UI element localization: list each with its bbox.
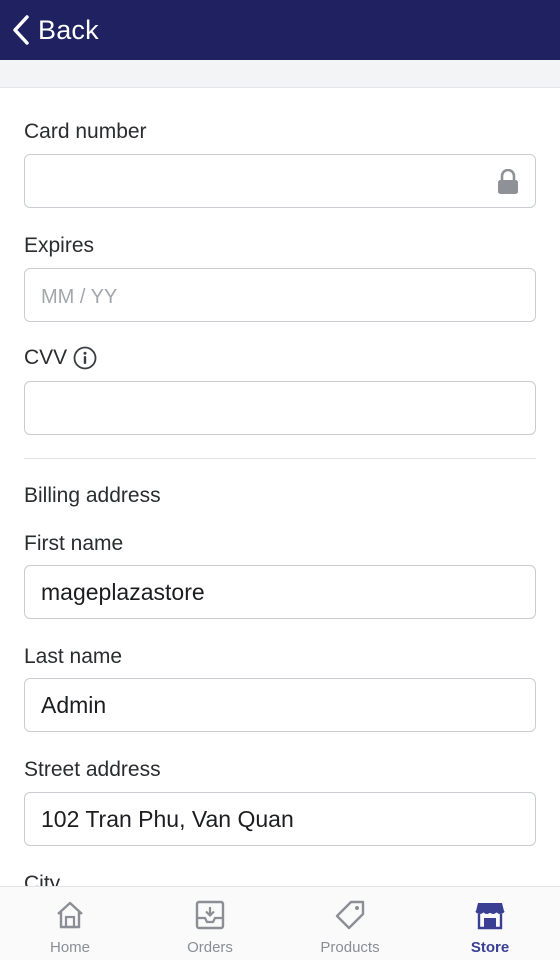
last-name-label: Last name [24, 645, 123, 668]
cvv-input[interactable] [41, 394, 519, 422]
tab-store[interactable]: Store [420, 887, 560, 960]
tab-home[interactable]: Home [0, 887, 140, 960]
header-spacer [0, 60, 560, 88]
tab-products-label: Products [320, 939, 380, 956]
bottom-tab-bar: Home Orders Products Store [0, 886, 560, 960]
first-name-label: First name [24, 532, 124, 555]
card-number-input[interactable] [41, 167, 519, 195]
chevron-left-icon [13, 15, 29, 45]
tab-orders[interactable]: Orders [140, 887, 280, 960]
cvv-label-row: CVV [24, 346, 97, 370]
card-number-field[interactable] [24, 154, 536, 208]
payment-form: Card number Expires CVV Billing address … [0, 88, 560, 886]
billing-address-heading: Billing address [24, 484, 161, 507]
street-address-label: Street address [24, 758, 161, 781]
section-divider [24, 458, 536, 459]
expires-field[interactable] [24, 268, 536, 322]
tab-orders-label: Orders [187, 939, 233, 956]
orders-icon [195, 900, 225, 930]
cvv-label: CVV [24, 346, 68, 369]
cvv-field[interactable] [24, 381, 536, 435]
first-name-field[interactable] [24, 565, 536, 619]
top-bar: Back [0, 0, 560, 60]
lock-icon [497, 168, 519, 200]
tab-store-label: Store [470, 939, 510, 956]
tab-home-label: Home [49, 939, 90, 956]
street-address-field[interactable] [24, 792, 536, 846]
back-label: Back [38, 14, 99, 45]
products-tag-icon [335, 900, 365, 930]
expires-label: Expires [24, 234, 95, 257]
info-icon[interactable] [73, 346, 97, 370]
last-name-input[interactable] [41, 691, 519, 719]
home-icon [57, 901, 83, 929]
city-label: City [24, 872, 61, 886]
tab-products[interactable]: Products [280, 887, 420, 960]
back-button[interactable]: Back [12, 14, 99, 46]
store-icon [475, 903, 505, 930]
street-address-input[interactable] [41, 805, 519, 833]
card-number-label: Card number [24, 120, 147, 143]
expires-input[interactable] [41, 281, 519, 309]
first-name-input[interactable] [41, 578, 519, 606]
last-name-field[interactable] [24, 678, 536, 732]
